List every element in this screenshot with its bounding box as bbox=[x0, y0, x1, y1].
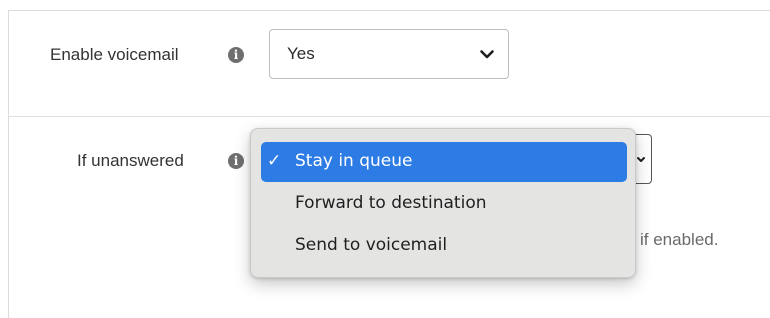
if-unanswered-label: If unanswered bbox=[77, 151, 184, 170]
option-label: Stay in queue bbox=[295, 151, 413, 171]
enable-voicemail-value: Yes bbox=[287, 44, 315, 63]
enable-voicemail-select[interactable]: Yes bbox=[269, 29, 509, 79]
option-stay-in-queue[interactable]: ✓ Stay in queue bbox=[261, 142, 627, 182]
dropdown-menu: ✓ Stay in queue Forward to destination S… bbox=[250, 128, 636, 278]
option-label: Forward to destination bbox=[295, 193, 487, 213]
enable-voicemail-label: Enable voicemail bbox=[50, 45, 179, 64]
row-divider bbox=[8, 116, 770, 117]
chevron-down-icon bbox=[480, 50, 494, 59]
help-text: if enabled. bbox=[640, 230, 719, 249]
settings-form: Enable voicemail i Yes If unanswered i i… bbox=[0, 0, 770, 318]
option-label: Send to voicemail bbox=[295, 235, 448, 255]
option-forward-to-destination[interactable]: Forward to destination bbox=[261, 184, 627, 224]
info-icon[interactable]: i bbox=[228, 47, 244, 63]
info-icon[interactable]: i bbox=[228, 153, 244, 169]
checkmark-icon: ✓ bbox=[267, 151, 282, 170]
option-send-to-voicemail[interactable]: Send to voicemail bbox=[261, 226, 627, 266]
chevron-down-icon bbox=[637, 157, 645, 162]
